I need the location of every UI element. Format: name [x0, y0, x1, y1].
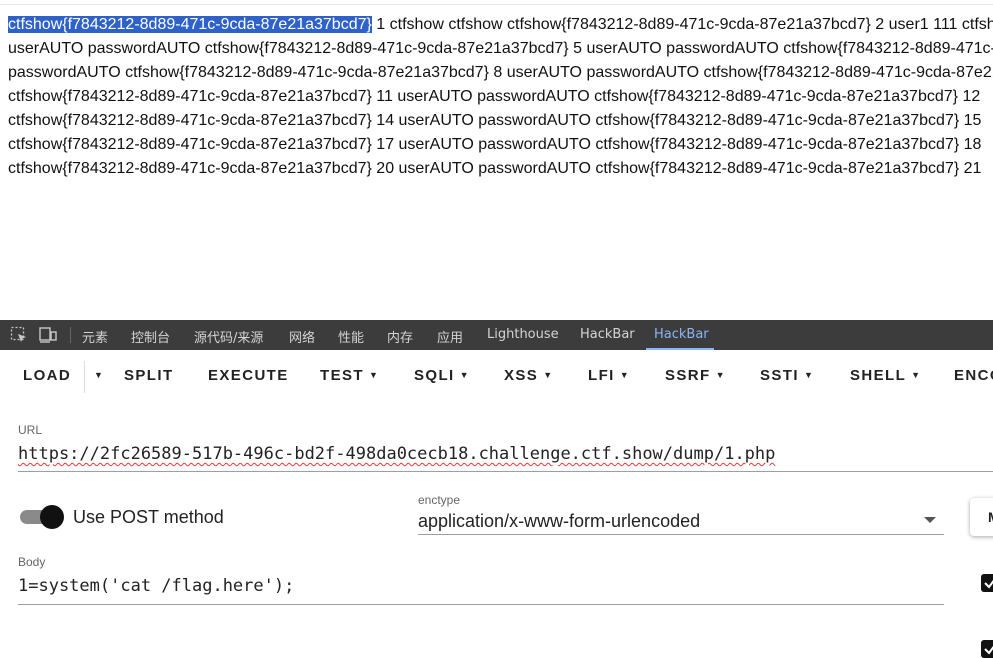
tab-network[interactable]: 网络 — [289, 327, 315, 346]
sqli-menu-button[interactable]: SQLI ▼ — [414, 367, 469, 384]
toggle-thumb — [40, 505, 64, 529]
caret-down-icon: ▼ — [715, 370, 725, 380]
tab-application[interactable]: 应用 — [437, 327, 463, 346]
output-line-3: passwordAUTO ctfshow{f7843212-8d89-471c-… — [8, 64, 993, 81]
ssti-menu-button[interactable]: SSTI ▼ — [760, 367, 813, 384]
output-line-5: ctfshow{f7843212-8d89-471c-9cda-87e21a37… — [8, 112, 982, 129]
url-input[interactable]: https://2fc26589-517b-496c-bd2f-498da0ce… — [18, 444, 775, 464]
device-toggle-icon[interactable] — [38, 326, 57, 344]
tab-sources[interactable]: 源代码/来源 — [194, 327, 263, 346]
tab-hackbar-1[interactable]: HackBar — [580, 327, 635, 342]
chevron-down-icon[interactable] — [924, 517, 936, 523]
shell-menu-label: SHELL — [850, 367, 907, 384]
url-label: URL — [18, 423, 43, 437]
caret-down-icon: ▼ — [619, 370, 629, 380]
url-input-underline — [18, 471, 993, 472]
body-label: Body — [18, 555, 46, 569]
shell-menu-button[interactable]: SHELL ▼ — [850, 367, 920, 384]
output-line-7: ctfshow{f7843212-8d89-471c-9cda-87e21a37… — [8, 160, 982, 177]
output-line-2: userAUTO passwordAUTO ctfshow{f7843212-8… — [8, 40, 993, 57]
enctype-underline — [418, 534, 944, 535]
caret-down-icon: ▼ — [543, 370, 553, 380]
output-line-1: ctfshow{f7843212-8d89-471c-9cda-87e21a37… — [8, 13, 993, 37]
inspect-element-icon[interactable] — [10, 326, 28, 344]
xss-menu-button[interactable]: XSS ▼ — [504, 367, 552, 384]
enctype-label: enctype — [418, 493, 461, 507]
toolbar-separator — [70, 327, 71, 343]
enctype-select[interactable]: application/x-www-form-urlencoded — [418, 511, 700, 532]
tab-lighthouse[interactable]: Lighthouse — [487, 327, 559, 342]
toolbar-divider — [84, 361, 85, 393]
post-method-label: Use POST method — [73, 507, 224, 527]
test-menu-label: TEST — [320, 367, 364, 384]
test-menu-button[interactable]: TEST ▼ — [320, 367, 378, 384]
body-input[interactable]: 1=system('cat /flag.here'); — [18, 576, 294, 596]
lfi-menu-label: LFI — [588, 367, 615, 384]
post-method-toggle[interactable] — [20, 505, 64, 529]
execute-button[interactable]: EXECUTE — [208, 367, 289, 384]
body-input-underline — [18, 604, 944, 605]
option-checkbox-2[interactable] — [981, 640, 993, 658]
load-button[interactable]: LOAD — [23, 367, 71, 384]
tab-memory[interactable]: 内存 — [387, 327, 413, 346]
side-button-label: M — [988, 509, 993, 525]
lfi-menu-button[interactable]: LFI ▼ — [588, 367, 629, 384]
tab-hackbar-2[interactable]: HackBar — [654, 327, 709, 342]
tab-performance[interactable]: 性能 — [338, 327, 364, 346]
tab-elements[interactable]: 元素 — [82, 327, 108, 346]
ssti-menu-label: SSTI — [760, 367, 799, 384]
hackbar-panel: LOAD ▼ SPLIT EXECUTE TEST ▼ SQLI ▼ XSS ▼ LF… — [0, 350, 993, 658]
caret-down-icon: ▼ — [803, 370, 813, 380]
option-checkbox-1[interactable] — [981, 574, 993, 592]
checkmark-icon — [984, 646, 993, 655]
page-output-area: ctfshow{f7843212-8d89-471c-9cda-87e21a37… — [0, 0, 993, 320]
hackbar-toolbar: LOAD ▼ SPLIT EXECUTE TEST ▼ SQLI ▼ XSS ▼ LF… — [0, 350, 993, 404]
output-line-6: ctfshow{f7843212-8d89-471c-9cda-87e21a37… — [8, 136, 982, 153]
caret-down-icon: ▼ — [94, 370, 103, 380]
split-button[interactable]: SPLIT — [124, 367, 174, 384]
sqli-menu-label: SQLI — [414, 367, 455, 384]
load-dropdown-button[interactable]: ▼ — [89, 367, 103, 384]
caret-down-icon: ▼ — [459, 370, 469, 380]
top-divider — [0, 4, 993, 5]
devtools-tab-bar: 元素 控制台 源代码/来源 网络 性能 内存 应用 Lighthouse Hac… — [0, 320, 993, 350]
xss-menu-label: XSS — [504, 367, 539, 384]
caret-down-icon: ▼ — [368, 370, 378, 380]
checkmark-icon — [984, 580, 993, 589]
ssrf-menu-button[interactable]: SSRF ▼ — [665, 367, 725, 384]
ssrf-menu-label: SSRF — [665, 367, 711, 384]
modify-header-button[interactable]: M — [970, 498, 993, 536]
caret-down-icon: ▼ — [911, 370, 921, 380]
selected-flag-text: ctfshow{f7843212-8d89-471c-9cda-87e21a37… — [8, 16, 372, 33]
tab-console[interactable]: 控制台 — [131, 327, 170, 346]
output-line-1-rest: 1 ctfshow ctfshow ctfshow{f7843212-8d89-… — [376, 16, 993, 33]
encode-menu-button[interactable]: ENCODE — [954, 367, 993, 384]
output-line-4: ctfshow{f7843212-8d89-471c-9cda-87e21a37… — [8, 88, 981, 105]
